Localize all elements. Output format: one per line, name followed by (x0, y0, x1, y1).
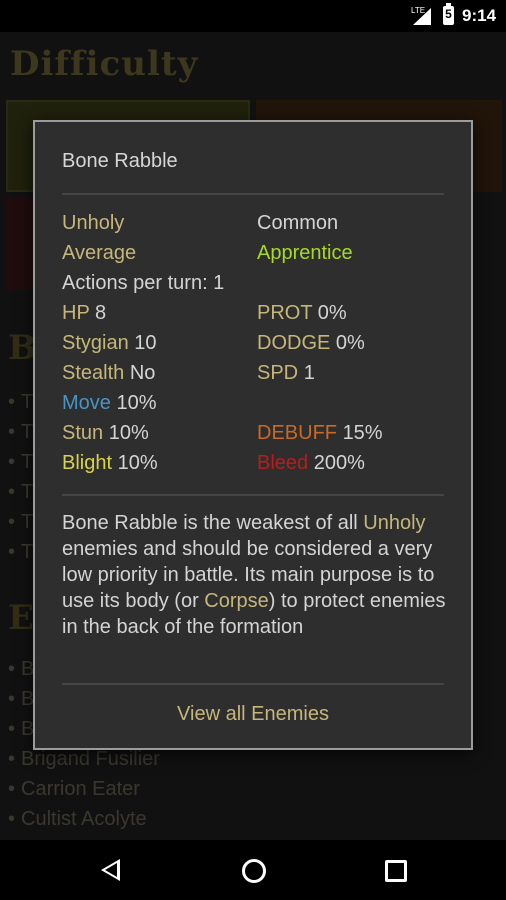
enemy-detail-dialog: Bone Rabble Unholy Common Average Appren… (33, 120, 473, 750)
clock: 9:14 (462, 6, 497, 25)
stat-blight: Blight 10% (62, 452, 158, 474)
stat-hp: HP 8 (62, 302, 107, 324)
enemy-level: Apprentice (257, 242, 353, 264)
view-all-enemies-button[interactable]: View all Enemies (62, 694, 444, 734)
stat-prot: PROT 0% (257, 302, 347, 324)
stat-stun: Stun 10% (62, 422, 149, 444)
stat-stealth: Stealth No (62, 362, 156, 384)
stat-debuff: DEBUFF 15% (257, 422, 383, 444)
divider (62, 193, 444, 195)
enemy-type: Unholy (62, 212, 125, 234)
home-icon[interactable] (242, 859, 266, 883)
stat-spd: SPD 1 (257, 362, 315, 384)
battery-level: 5 (445, 7, 452, 21)
divider (62, 683, 444, 685)
enemy-description: Bone Rabble is the weakest of all Unholy… (62, 512, 446, 638)
status-bar: LTE 5 9:14 (0, 0, 506, 32)
enemy-rarity: Common (257, 212, 339, 234)
stat-stygian: Stygian 10 (62, 332, 157, 354)
dialog-title: Bone Rabble (62, 150, 178, 172)
stat-bleed: Bleed 200% (257, 452, 365, 474)
enemy-size: Average (62, 242, 137, 264)
stat-move: Move 10% (62, 392, 157, 414)
battery-icon: 5 (443, 3, 454, 25)
actions-per-turn: Actions per turn: 1 (62, 272, 225, 294)
divider (62, 494, 444, 496)
signal-icon (413, 8, 431, 25)
back-icon[interactable] (101, 859, 120, 881)
stat-dodge: DODGE 0% (257, 332, 365, 354)
recent-apps-icon[interactable] (385, 860, 407, 882)
navigation-bar (0, 840, 506, 900)
